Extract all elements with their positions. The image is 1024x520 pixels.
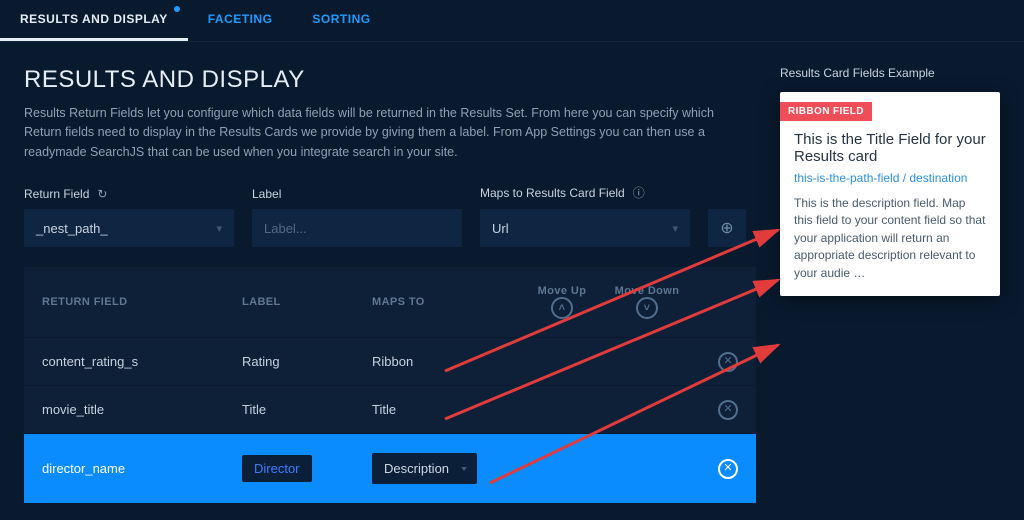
chevron-updown-icon: ▾ [216,222,222,235]
change-indicator-dot [174,6,180,12]
page-title: RESULTS AND DISPLAY [24,66,756,94]
card-path: this-is-the-path-field / destination [794,171,986,185]
return-field-label: Return Field ↻ [24,187,234,201]
maps-to-select[interactable]: Url ▾ [480,209,690,247]
page-description: Results Return Fields let you configure … [24,104,744,162]
plus-circle-icon: ⊕ [720,218,733,238]
return-fields-table: RETURN FIELD LABEL MAPS TO Move Up ˄ Mov… [24,267,756,503]
tab-label: SORTING [312,12,370,26]
example-panel: Results Card Fields Example RIBBON FIELD… [780,66,1000,503]
table-row[interactable]: content_rating_s Rating Ribbon ✕ [24,337,756,385]
tab-bar: RESULTS AND DISPLAY FACETING SORTING [0,0,1024,42]
cell-return-field: movie_title [42,402,242,417]
cell-label: Director [242,461,372,476]
cell-return-field: content_rating_s [42,354,242,369]
delete-row-button[interactable]: ✕ [718,352,738,372]
delete-row-button[interactable]: ✕ [718,459,738,479]
cell-maps-to: Description [372,461,522,476]
maps-to-value: Url [492,221,509,236]
table-row-selected[interactable]: director_name Director Description ✕ [24,433,756,503]
cell-maps-to: Ribbon [372,354,522,369]
th-maps-to: MAPS TO [372,296,522,308]
label-input[interactable]: Label... [252,209,462,247]
label-placeholder: Label... [264,221,307,236]
move-down-header-icon: ˅ [636,297,658,319]
label-field-label: Label [252,187,462,201]
tab-faceting[interactable]: FACETING [188,0,293,41]
tab-label: RESULTS AND DISPLAY [20,12,168,26]
table-row[interactable]: movie_title Title Title ✕ [24,385,756,433]
results-card-example: RIBBON FIELD This is the Title Field for… [780,92,1000,296]
tab-results[interactable]: RESULTS AND DISPLAY [0,0,188,41]
card-description: This is the description field. Map this … [794,195,986,282]
label-chip[interactable]: Director [242,455,312,482]
card-title: This is the Title Field for your Results… [794,131,986,165]
cell-maps-to: Title [372,402,522,417]
move-up-header-icon: ˄ [551,297,573,319]
maps-to-chip[interactable]: Description [372,453,477,484]
example-heading: Results Card Fields Example [780,66,1000,80]
cell-label: Rating [242,354,372,369]
th-return-field: RETURN FIELD [42,296,242,308]
tab-sorting[interactable]: SORTING [292,0,390,41]
return-field-value: _nest_path_ [36,221,108,236]
chevron-updown-icon: ▾ [672,222,678,235]
table-header: RETURN FIELD LABEL MAPS TO Move Up ˄ Mov… [24,267,756,337]
return-field-select[interactable]: _nest_path_ ▾ [24,209,234,247]
maps-to-label: Maps to Results Card Field ⓘ [480,184,690,201]
th-move-up: Move Up ˄ [522,285,602,319]
add-field-button[interactable]: ⊕ [708,209,746,247]
cell-return-field: director_name [42,461,242,476]
info-icon[interactable]: ⓘ [633,184,645,201]
th-move-down: Move Down ˅ [602,285,692,319]
th-label: LABEL [242,296,372,308]
add-field-form: Return Field ↻ _nest_path_ ▾ Label Label… [24,184,756,247]
tab-label: FACETING [208,12,273,26]
cell-label: Title [242,402,372,417]
refresh-icon[interactable]: ↻ [97,187,107,201]
left-panel: RESULTS AND DISPLAY Results Return Field… [24,66,756,503]
ribbon-field: RIBBON FIELD [780,102,872,121]
delete-row-button[interactable]: ✕ [718,400,738,420]
